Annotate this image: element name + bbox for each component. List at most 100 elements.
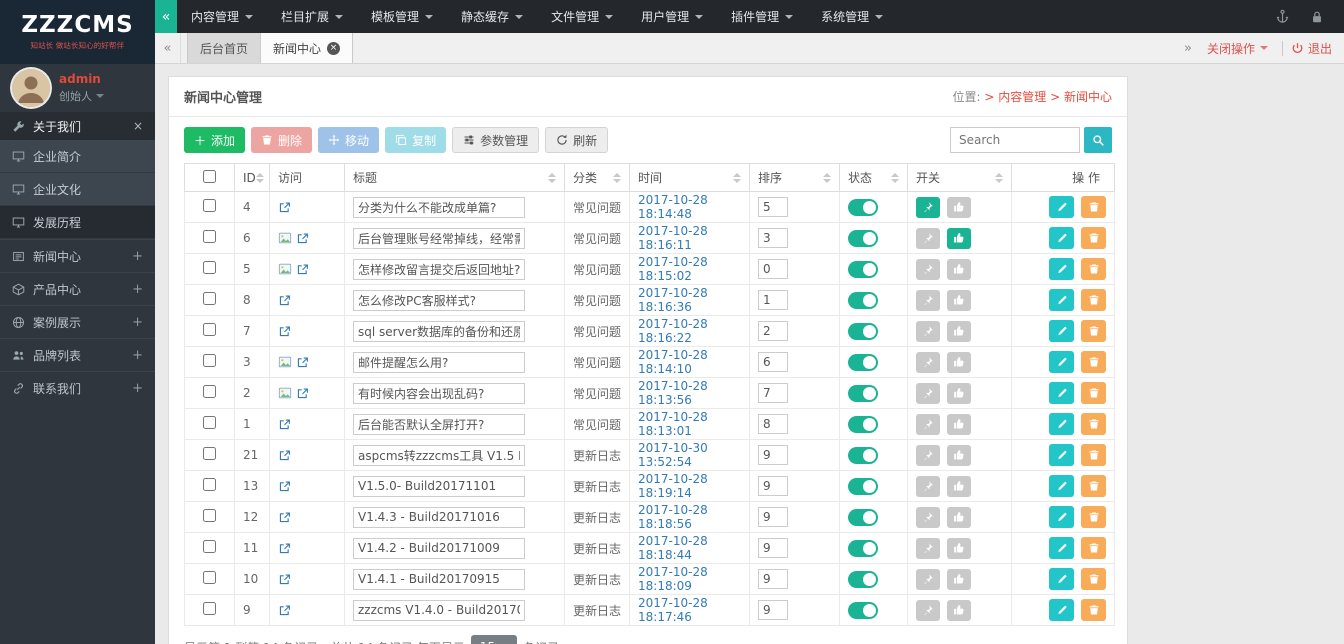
title-input[interactable] (353, 537, 525, 559)
edit-button[interactable] (1049, 599, 1075, 621)
external-link-icon[interactable] (278, 449, 291, 462)
time-link[interactable]: 2017-10-28 18:13:56 (638, 379, 708, 407)
status-toggle[interactable] (848, 539, 878, 557)
search-button[interactable] (1084, 127, 1112, 153)
delete-button[interactable] (1081, 258, 1106, 280)
edit-button[interactable] (1049, 289, 1075, 311)
expand-plus-icon[interactable]: + (132, 348, 143, 363)
refresh-button[interactable]: 刷新 (545, 127, 609, 153)
nav-menu-users[interactable]: 用户管理 (627, 0, 717, 33)
title-input[interactable] (353, 258, 525, 280)
sidebar-item-news-center[interactable]: 新闻中心 + (0, 239, 155, 272)
nav-menu-system[interactable]: 系统管理 (807, 0, 897, 33)
add-button[interactable]: ＋添加 (184, 127, 246, 153)
pin-top-button[interactable] (916, 475, 940, 497)
edit-button[interactable] (1049, 258, 1075, 280)
row-checkbox[interactable] (203, 292, 216, 305)
external-link-icon[interactable] (278, 201, 291, 214)
time-link[interactable]: 2017-10-28 18:13:01 (638, 410, 708, 438)
row-checkbox[interactable] (203, 478, 216, 491)
status-toggle[interactable] (848, 601, 878, 619)
row-checkbox[interactable] (203, 416, 216, 429)
thumbs-up-button[interactable] (946, 196, 971, 218)
delete-button[interactable] (1081, 196, 1106, 218)
delete-button[interactable] (1081, 475, 1106, 497)
pin-top-button[interactable] (916, 258, 940, 280)
edit-button[interactable] (1049, 196, 1075, 218)
row-checkbox[interactable] (203, 230, 216, 243)
tab-news-center[interactable]: 新闻中心 × (261, 33, 354, 63)
edit-button[interactable] (1049, 475, 1075, 497)
pin-top-button[interactable] (916, 320, 940, 342)
logout-button[interactable]: 退出 (1291, 40, 1332, 57)
pin-top-button[interactable] (916, 351, 940, 373)
thumbs-up-button[interactable] (946, 568, 971, 590)
time-link[interactable]: 2017-10-28 18:18:44 (638, 534, 708, 562)
expand-plus-icon[interactable]: + (132, 282, 143, 297)
time-link[interactable]: 2017-10-28 18:16:22 (638, 317, 708, 345)
sidebar-collapse-button[interactable]: « (155, 0, 177, 33)
order-input[interactable] (758, 321, 788, 341)
order-input[interactable] (758, 352, 788, 372)
thumbs-up-button[interactable] (946, 258, 971, 280)
order-input[interactable] (758, 476, 788, 496)
nav-menu-content[interactable]: 内容管理 (177, 0, 267, 33)
title-input[interactable] (353, 227, 525, 249)
delete-button[interactable] (1081, 227, 1106, 249)
pin-top-button[interactable] (916, 289, 940, 311)
edit-button[interactable] (1049, 537, 1075, 559)
status-toggle[interactable] (848, 415, 878, 433)
title-input[interactable] (353, 444, 525, 466)
thumbs-up-button[interactable] (946, 599, 971, 621)
title-input[interactable] (353, 289, 525, 311)
row-checkbox[interactable] (203, 509, 216, 522)
external-link-icon[interactable] (296, 387, 309, 400)
title-input[interactable] (353, 382, 525, 404)
pin-top-button[interactable] (916, 444, 940, 466)
order-input[interactable] (758, 507, 788, 527)
title-input[interactable] (353, 568, 525, 590)
page-size-select[interactable]: 15 (470, 635, 518, 644)
external-link-icon[interactable] (278, 542, 291, 555)
external-link-icon[interactable] (278, 511, 291, 524)
status-toggle[interactable] (848, 508, 878, 526)
thumbs-up-button[interactable] (946, 537, 971, 559)
search-input[interactable] (950, 127, 1080, 153)
column-header-id[interactable]: ID (234, 163, 270, 192)
order-input[interactable] (758, 538, 788, 558)
row-checkbox[interactable] (203, 602, 216, 615)
delete-button[interactable] (1081, 444, 1106, 466)
edit-button[interactable] (1049, 382, 1075, 404)
breadcrumb-link-news[interactable]: 新闻中心 (1064, 90, 1112, 104)
external-link-icon[interactable] (278, 294, 291, 307)
expand-plus-icon[interactable]: + (132, 315, 143, 330)
collapse-section-icon[interactable]: × (133, 119, 143, 133)
status-toggle[interactable] (848, 384, 878, 402)
delete-button[interactable] (1081, 382, 1106, 404)
nav-menu-files[interactable]: 文件管理 (537, 0, 627, 33)
title-input[interactable] (353, 196, 525, 218)
order-input[interactable] (758, 290, 788, 310)
pin-top-button[interactable] (916, 413, 940, 435)
time-link[interactable]: 2017-10-28 18:15:02 (638, 255, 708, 283)
pin-top-button[interactable] (916, 537, 940, 559)
anchor-icon[interactable] (1275, 9, 1290, 24)
delete-button[interactable] (1081, 289, 1106, 311)
time-link[interactable]: 2017-10-28 18:18:09 (638, 565, 708, 593)
order-input[interactable] (758, 569, 788, 589)
expand-plus-icon[interactable]: + (132, 249, 143, 264)
edit-button[interactable] (1049, 351, 1075, 373)
delete-button[interactable] (1081, 537, 1106, 559)
sidebar-item-brand-list[interactable]: 品牌列表 + (0, 338, 155, 371)
time-link[interactable]: 2017-10-28 18:14:48 (638, 193, 708, 221)
sidebar-item-company-culture[interactable]: 企业文化 (0, 173, 155, 206)
status-toggle[interactable] (848, 446, 878, 464)
thumbs-up-button[interactable] (946, 351, 971, 373)
sidebar-item-company-profile[interactable]: 企业简介 (0, 140, 155, 173)
row-checkbox[interactable] (203, 540, 216, 553)
order-input[interactable] (758, 600, 788, 620)
title-input[interactable] (353, 351, 525, 373)
nav-menu-static-cache[interactable]: 静态缓存 (447, 0, 537, 33)
user-role-dropdown[interactable]: 创始人 (59, 88, 104, 104)
thumbs-up-button[interactable] (946, 382, 971, 404)
